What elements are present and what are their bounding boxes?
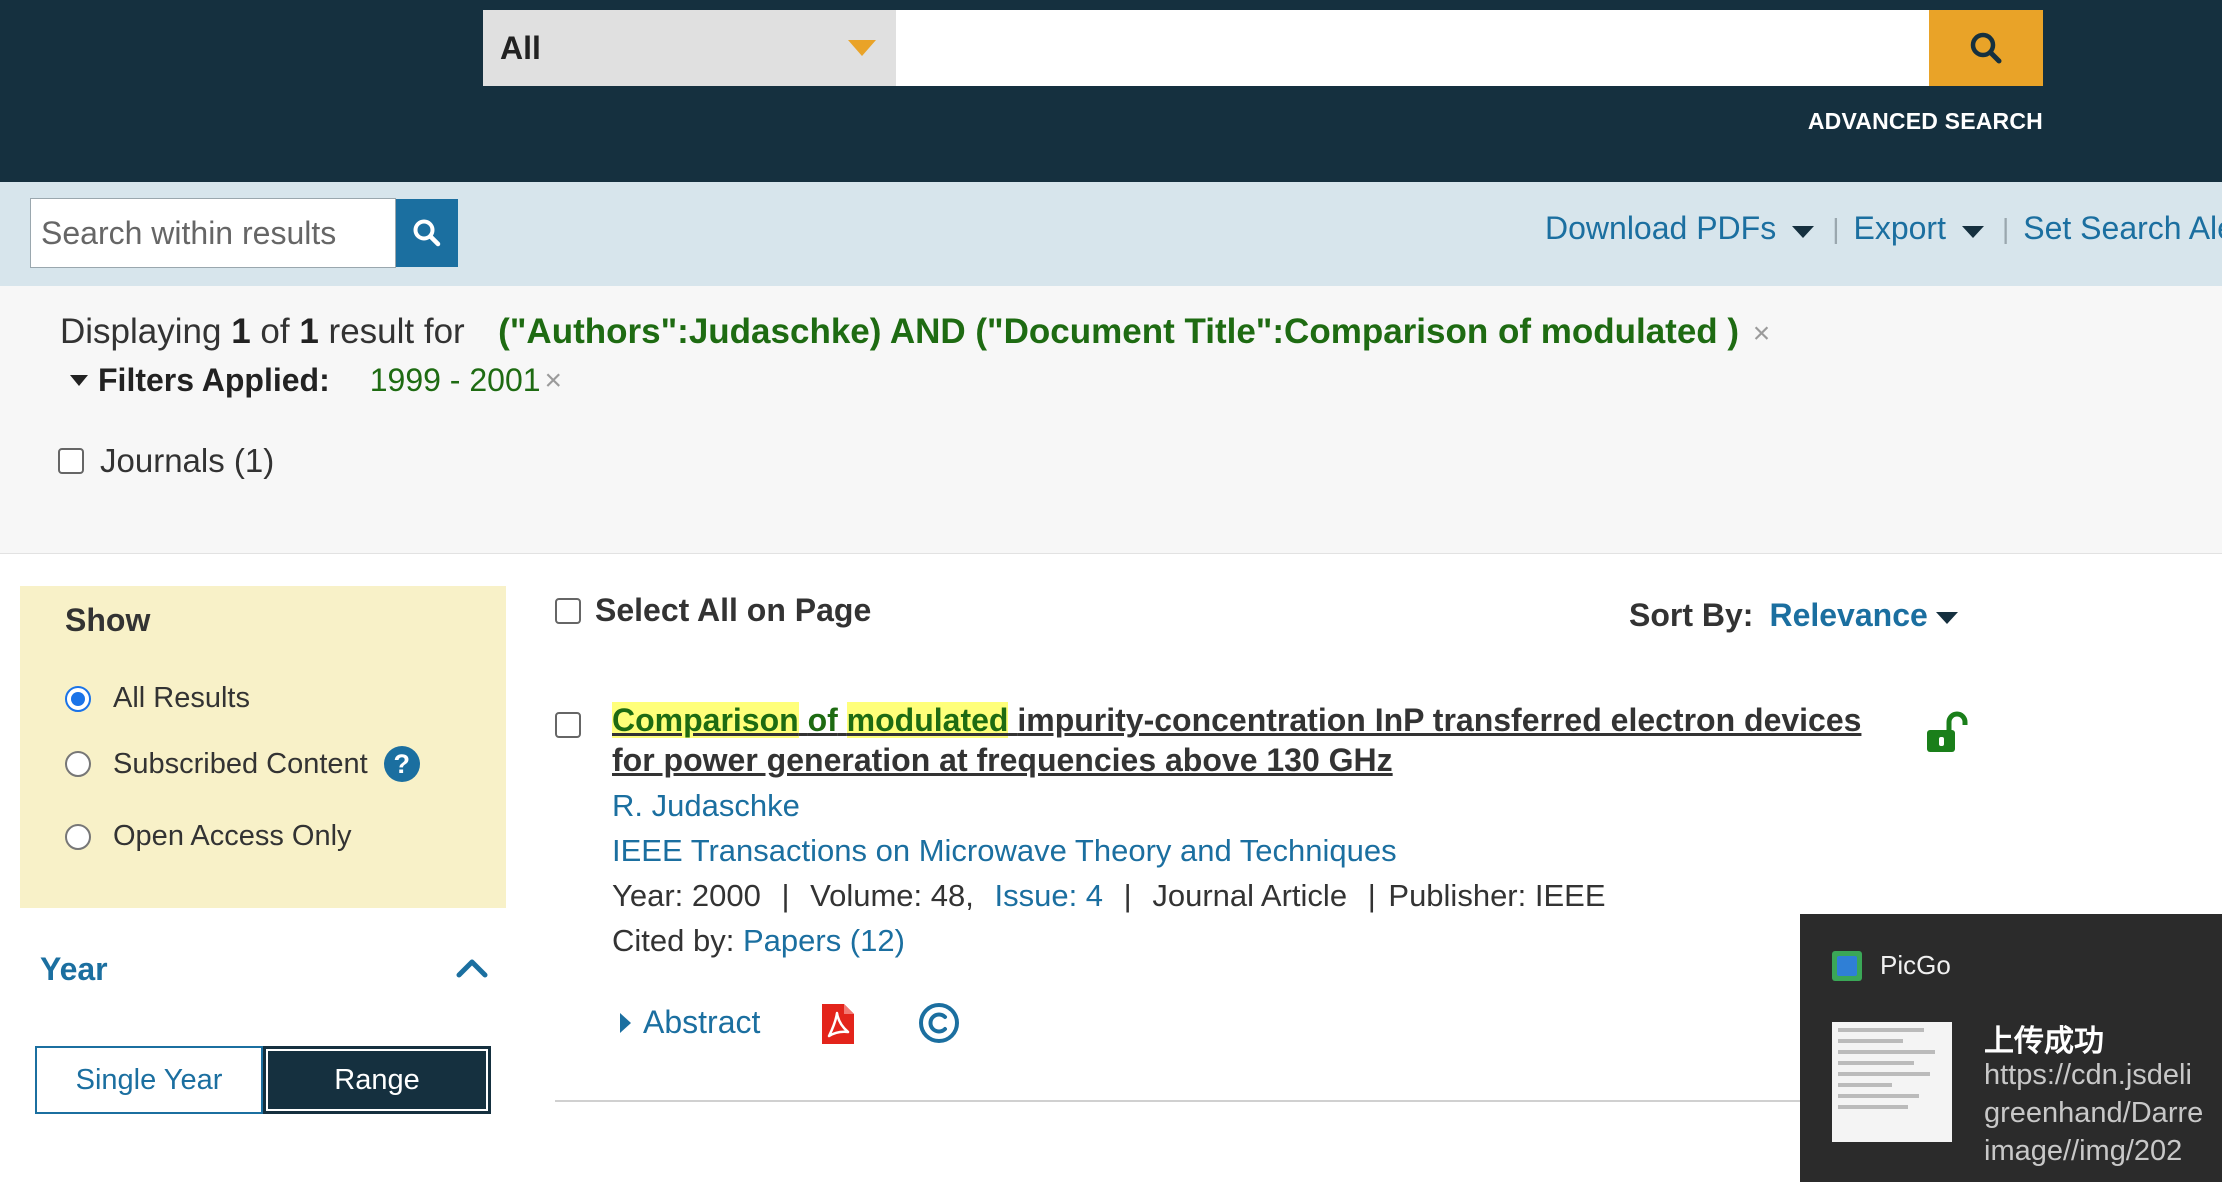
title-rest: impurity-concentration InP transferred e… bbox=[612, 702, 1862, 778]
show-title: Show bbox=[65, 602, 151, 638]
toast-title: 上传成功 bbox=[1984, 1025, 2104, 1058]
help-icon[interactable]: ? bbox=[383, 746, 420, 782]
sort-by-dropdown[interactable]: Relevance bbox=[1769, 597, 1927, 634]
year-mode-toggle: Single Year Range bbox=[35, 1046, 491, 1114]
abstract-toggle[interactable]: Abstract bbox=[620, 1004, 760, 1041]
result-publication-link[interactable]: IEEE Transactions on Microwave Theory an… bbox=[612, 833, 1397, 869]
meta-publisher: Publisher: IEEE bbox=[1388, 878, 1606, 913]
filters-applied: Filters Applied: 1999 - 2001 × bbox=[70, 362, 562, 399]
meta-separator: | bbox=[1367, 878, 1376, 913]
caret-right-icon bbox=[620, 1012, 631, 1033]
abstract-label: Abstract bbox=[643, 1004, 761, 1040]
displaying-text: Displaying bbox=[60, 312, 222, 351]
remove-query-icon[interactable]: × bbox=[1753, 317, 1771, 350]
radio-button[interactable] bbox=[65, 685, 91, 712]
radio-label: All Results bbox=[113, 682, 250, 714]
results-toolbar: Download PDFs | Export | Set Search Ale bbox=[0, 182, 2222, 286]
main-search-input[interactable] bbox=[896, 10, 1930, 86]
search-icon bbox=[1970, 32, 2002, 64]
result-cited-by: Cited by: Papers (12) bbox=[612, 923, 905, 959]
search-scope-label: All bbox=[500, 30, 541, 66]
meta-volume: Volume: 48, bbox=[810, 878, 974, 913]
caret-down-icon[interactable] bbox=[1935, 611, 1958, 624]
radio-all-results[interactable]: All Results bbox=[65, 682, 250, 715]
unlocked-icon[interactable] bbox=[1925, 710, 1969, 754]
caret-down-icon bbox=[1961, 225, 1984, 238]
search-icon bbox=[413, 219, 441, 247]
result-checkbox[interactable] bbox=[555, 712, 581, 738]
meta-separator: | bbox=[1123, 878, 1132, 913]
set-search-alerts-link[interactable]: Set Search Ale bbox=[2023, 210, 2222, 247]
caret-down-icon bbox=[1792, 225, 1815, 238]
site-header: All ADVANCED SEARCH bbox=[0, 0, 2222, 182]
chevron-down-icon bbox=[848, 40, 876, 56]
select-all-label: Select All on Page bbox=[595, 592, 872, 628]
radio-button[interactable] bbox=[65, 751, 91, 777]
range-button[interactable]: Range bbox=[263, 1046, 491, 1114]
displaying-line: Displaying 1 of 1 result for ("Authors":… bbox=[60, 312, 1770, 352]
filter-chip-year: 1999 - 2001 bbox=[369, 362, 541, 398]
advanced-search-link[interactable]: ADVANCED SEARCH bbox=[1808, 108, 2043, 135]
filters-applied-label: Filters Applied: bbox=[98, 362, 330, 398]
collapse-caret-icon[interactable] bbox=[70, 375, 88, 386]
journals-label: Journals (1) bbox=[100, 442, 275, 479]
journals-facet[interactable]: Journals (1) bbox=[58, 442, 274, 480]
export-label: Export bbox=[1853, 210, 1946, 246]
result-meta: Year: 2000 | Volume: 48, Issue: 4 | Jour… bbox=[612, 878, 1606, 914]
search-within-button[interactable] bbox=[396, 199, 458, 267]
search-scope-dropdown[interactable]: All bbox=[483, 10, 896, 86]
toast-app-header: PicGo bbox=[1832, 950, 1951, 981]
meta-separator: | bbox=[781, 878, 790, 913]
results-summary: Displaying 1 of 1 result for ("Authors":… bbox=[0, 286, 2222, 554]
remove-filter-icon[interactable]: × bbox=[545, 364, 563, 398]
toast-url: https://cdn.jsdeli greenhand/Darre image… bbox=[1984, 1059, 2204, 1167]
export-menu[interactable]: Export bbox=[1853, 210, 1984, 247]
single-year-button[interactable]: Single Year bbox=[35, 1046, 263, 1114]
cited-by-papers-link[interactable]: Papers (12) bbox=[743, 923, 905, 958]
sort-by-label: Sort By: bbox=[1629, 597, 1754, 633]
meta-year: Year: 2000 bbox=[612, 878, 761, 913]
search-query: ("Authors":Judaschke) AND ("Document Tit… bbox=[498, 312, 1740, 351]
toolbar-actions: Download PDFs | Export | Set Search Ale bbox=[1545, 210, 2222, 247]
radio-open-access-only[interactable]: Open Access Only bbox=[65, 820, 352, 853]
chevron-up-icon[interactable] bbox=[456, 956, 488, 978]
toast-thumbnail bbox=[1832, 1022, 1952, 1142]
show-filter-panel: Show All Results Subscribed Content ? Op… bbox=[20, 586, 506, 908]
highlight-term: modulated bbox=[846, 702, 1009, 738]
picgo-notification[interactable]: PicGo 上传成功 https://cdn.jsdeli greenhand/… bbox=[1800, 914, 2222, 1182]
download-pdfs-label: Download PDFs bbox=[1545, 210, 1777, 246]
select-all-checkbox[interactable] bbox=[555, 597, 581, 624]
result-author-link[interactable]: R. Judaschke bbox=[612, 788, 800, 824]
displaying-result-for: result for bbox=[328, 312, 465, 351]
pdf-icon[interactable] bbox=[820, 1002, 856, 1046]
sort-by-control: Sort By: Relevance bbox=[1629, 597, 1958, 634]
cited-by-label: Cited by: bbox=[612, 923, 735, 958]
select-all-on-page[interactable]: Select All on Page bbox=[555, 592, 871, 629]
title-word: of bbox=[807, 702, 838, 738]
search-within-input[interactable] bbox=[30, 198, 396, 268]
copyright-icon[interactable] bbox=[918, 1002, 960, 1044]
displaying-total: 1 bbox=[299, 312, 319, 351]
displaying-of: of bbox=[260, 312, 290, 351]
toolbar-separator: | bbox=[2001, 212, 2010, 244]
toolbar-separator: | bbox=[1832, 212, 1840, 244]
radio-label: Subscribed Content bbox=[113, 747, 368, 780]
displaying-count: 1 bbox=[231, 312, 251, 351]
year-facet-title[interactable]: Year bbox=[40, 951, 108, 988]
radio-button[interactable] bbox=[65, 823, 91, 850]
radio-subscribed-content[interactable]: Subscribed Content ? bbox=[65, 746, 420, 782]
result-divider bbox=[555, 1100, 1805, 1102]
main-search-button[interactable] bbox=[1929, 10, 2043, 86]
radio-label: Open Access Only bbox=[113, 820, 352, 852]
toast-app-name: PicGo bbox=[1880, 950, 1951, 980]
download-pdfs-menu[interactable]: Download PDFs bbox=[1545, 210, 1815, 247]
journals-checkbox[interactable] bbox=[58, 448, 84, 474]
meta-issue-link[interactable]: Issue: 4 bbox=[994, 878, 1103, 913]
meta-type: Journal Article bbox=[1152, 878, 1348, 913]
picgo-app-icon bbox=[1832, 950, 1862, 981]
result-title-link[interactable]: Comparison of modulated impurity-concent… bbox=[612, 700, 1882, 780]
highlight-term: Comparison bbox=[612, 702, 799, 738]
